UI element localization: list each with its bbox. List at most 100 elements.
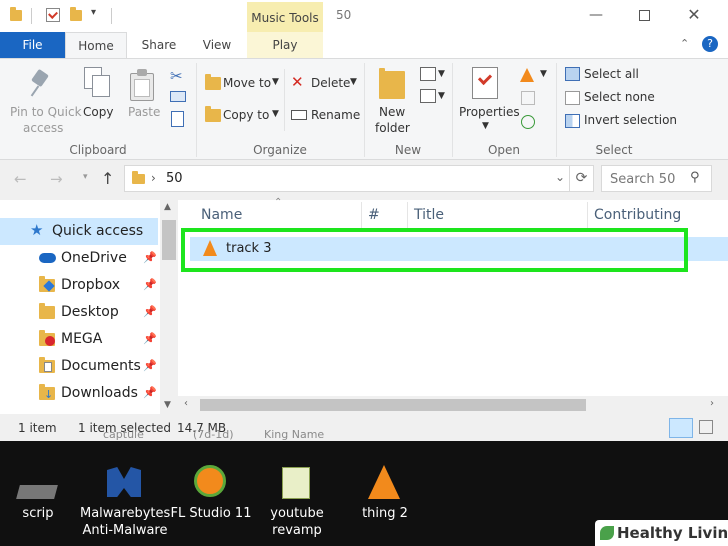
maximize-button[interactable]: [626, 4, 662, 26]
tab-view[interactable]: View: [190, 32, 244, 58]
scroll-thumb[interactable]: [162, 220, 176, 260]
recent-locations-icon[interactable]: ▾: [83, 172, 88, 182]
delete-button[interactable]: Delete: [311, 76, 350, 90]
scroll-left-icon[interactable]: ‹: [184, 398, 188, 409]
new-folder-quick-icon[interactable]: [70, 7, 82, 21]
minimize-button[interactable]: —: [578, 4, 614, 26]
details-view-icon[interactable]: [669, 418, 693, 438]
desktop-icon-label[interactable]: thing 2: [350, 505, 420, 522]
refresh-icon[interactable]: ⟳: [570, 165, 594, 192]
copy-to-dropdown-icon[interactable]: ▼: [272, 109, 279, 119]
search-input[interactable]: Search 50 ⚲: [601, 165, 712, 192]
nav-item-quick-access[interactable]: ★ Quick access: [0, 218, 158, 245]
edit-icon[interactable]: [521, 91, 535, 105]
back-arrow-icon[interactable]: ←: [14, 170, 27, 188]
new-item-icon[interactable]: [420, 67, 436, 81]
new-item-dropdown-icon[interactable]: ▼: [438, 69, 445, 79]
column-header-contributing-artists[interactable]: Contributing artists: [594, 200, 728, 253]
nav-item-dropbox[interactable]: Dropbox 📌: [0, 272, 160, 299]
up-arrow-icon[interactable]: ↑: [101, 169, 114, 188]
move-to-button[interactable]: Move to: [223, 76, 271, 90]
scroll-up-icon[interactable]: ▲: [164, 202, 171, 212]
pin-icon[interactable]: [30, 68, 50, 97]
new-folder-label-2[interactable]: folder: [375, 121, 410, 135]
invert-selection-button[interactable]: Invert selection: [584, 113, 677, 127]
tab-file[interactable]: File: [0, 32, 65, 58]
scrip-icon[interactable]: [16, 485, 58, 499]
history-icon[interactable]: [521, 115, 535, 129]
paste-icon[interactable]: [130, 69, 154, 101]
minimize-ribbon-icon[interactable]: ⌃: [680, 37, 689, 50]
column-header-number[interactable]: #: [368, 200, 380, 230]
horizontal-scrollbar[interactable]: ‹ ›: [178, 396, 728, 414]
copy-to-button[interactable]: Copy to: [223, 108, 269, 122]
column-divider[interactable]: [407, 202, 408, 228]
copy-path-icon[interactable]: [170, 91, 186, 102]
rename-icon[interactable]: [291, 110, 307, 120]
desktop-icon-label[interactable]: youtube: [262, 505, 332, 522]
move-to-dropdown-icon[interactable]: ▼: [272, 77, 279, 87]
text-file-icon[interactable]: [282, 467, 310, 499]
scroll-down-icon[interactable]: ▼: [164, 400, 171, 410]
column-header-name[interactable]: Name: [201, 200, 242, 230]
tab-home[interactable]: Home: [65, 32, 127, 58]
nav-item-onedrive[interactable]: OneDrive 📌: [0, 245, 160, 272]
vlc-cone-icon[interactable]: [368, 465, 400, 499]
pin-to-quick-access-label-2[interactable]: access: [23, 121, 63, 135]
help-icon[interactable]: ?: [702, 36, 718, 52]
paste-shortcut-icon[interactable]: [171, 111, 184, 127]
copy-button[interactable]: Copy: [83, 105, 113, 119]
column-divider[interactable]: [361, 202, 362, 228]
desktop-icon-label[interactable]: Malwarebytes: [80, 505, 170, 522]
nav-item-mega[interactable]: MEGA 📌: [0, 326, 160, 353]
rename-button[interactable]: Rename: [311, 108, 360, 122]
column-divider[interactable]: [587, 202, 588, 228]
select-none-icon[interactable]: [565, 91, 580, 105]
open-dropdown-icon[interactable]: ▼: [540, 69, 547, 79]
scroll-right-icon[interactable]: ›: [710, 398, 714, 409]
select-all-button[interactable]: Select all: [584, 67, 639, 81]
new-folder-label-1[interactable]: New: [379, 105, 405, 119]
properties-dropdown-icon[interactable]: ▼: [482, 121, 489, 131]
desktop-icon-label[interactable]: revamp: [262, 522, 332, 539]
address-field[interactable]: › 50 ⌄: [124, 165, 570, 192]
select-all-icon[interactable]: [565, 67, 580, 81]
forward-arrow-icon[interactable]: →: [50, 170, 63, 188]
tab-play[interactable]: Play: [247, 32, 323, 58]
invert-selection-icon[interactable]: [565, 114, 580, 128]
paste-button[interactable]: Paste: [128, 105, 160, 119]
properties-quick-icon[interactable]: [46, 8, 60, 22]
pin-to-quick-access-label-1[interactable]: Pin to Quick: [10, 105, 82, 119]
desktop-icon-label[interactable]: FL Studio 11: [168, 505, 254, 522]
delete-icon[interactable]: ✕: [291, 73, 304, 91]
properties-button[interactable]: Properties: [459, 105, 520, 119]
breadcrumb-chevron-icon[interactable]: ›: [151, 171, 156, 185]
address-dropdown-icon[interactable]: ⌄: [555, 170, 565, 184]
nav-item-downloads[interactable]: ↓ Downloads 📌: [0, 380, 160, 407]
easy-access-dropdown-icon[interactable]: ▼: [438, 91, 445, 101]
nav-item-documents[interactable]: Documents 📌: [0, 353, 160, 380]
properties-icon[interactable]: [472, 67, 498, 99]
scroll-thumb[interactable]: [200, 399, 586, 411]
nav-pane-scrollbar[interactable]: ▲ ▼: [160, 200, 178, 414]
breadcrumb-folder[interactable]: 50: [166, 171, 183, 186]
customize-quick-access-icon[interactable]: ▾: [91, 7, 96, 18]
new-folder-icon[interactable]: [379, 68, 405, 99]
tab-share[interactable]: Share: [132, 32, 186, 58]
large-icons-view-icon[interactable]: [699, 420, 713, 434]
cut-icon[interactable]: ✂: [170, 67, 183, 85]
column-header-title[interactable]: Title: [414, 200, 444, 230]
close-button[interactable]: ✕: [676, 4, 712, 26]
fl-studio-icon[interactable]: [194, 465, 226, 497]
desktop-icon-label[interactable]: Anti-Malware: [80, 522, 170, 539]
nav-item-desktop[interactable]: Desktop 📌: [0, 299, 160, 326]
open-with-vlc-icon[interactable]: [520, 68, 534, 82]
select-none-button[interactable]: Select none: [584, 90, 655, 104]
copy-icon[interactable]: [84, 67, 112, 99]
desktop-icon-label[interactable]: scrip: [14, 505, 62, 522]
malwarebytes-icon[interactable]: [107, 467, 141, 497]
search-icon[interactable]: ⚲: [690, 170, 700, 185]
delete-dropdown-icon[interactable]: ▼: [350, 77, 357, 87]
pin-icon: 📌: [143, 386, 157, 399]
easy-access-icon[interactable]: [420, 89, 436, 103]
